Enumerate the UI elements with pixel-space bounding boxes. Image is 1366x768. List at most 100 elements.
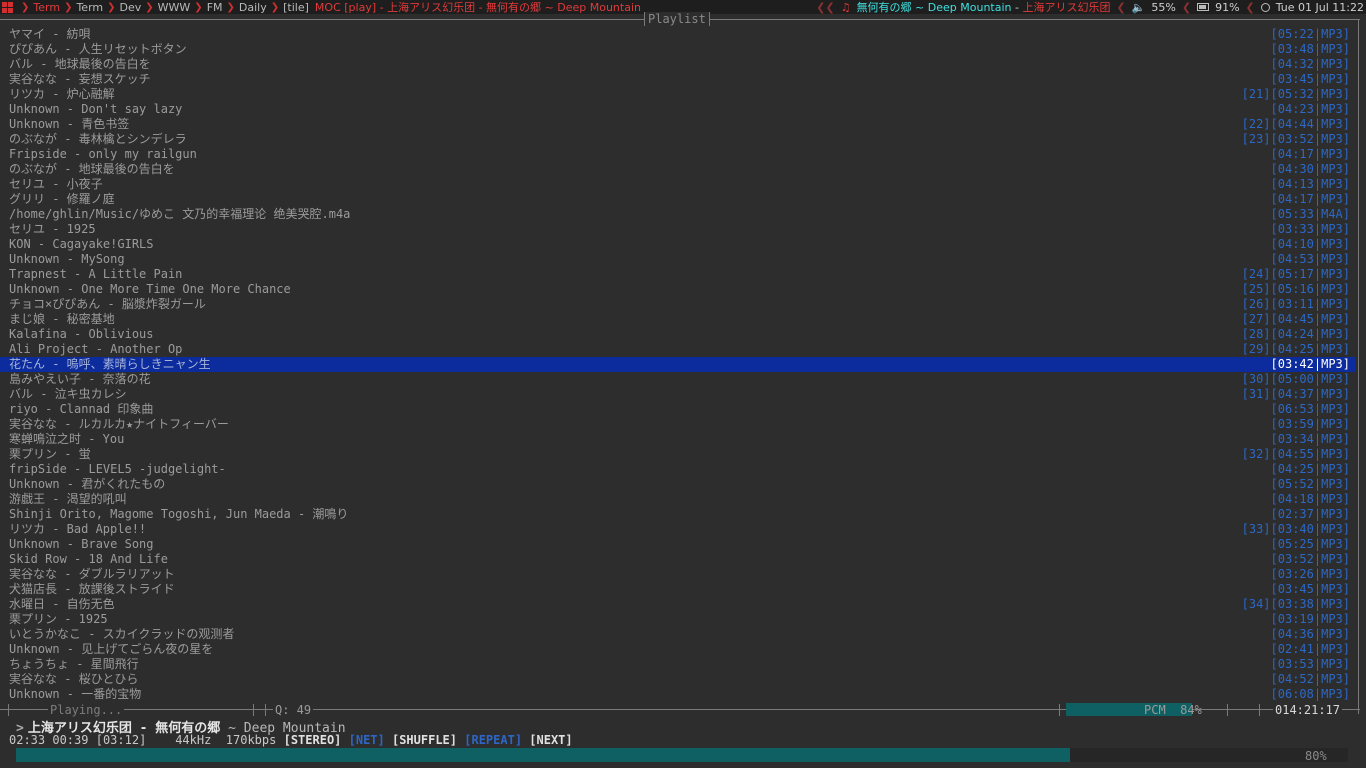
playlist-row[interactable]: Kalafina - Oblivious [28][04:24|MP3]: [0, 327, 1356, 342]
track-meta: [32][04:55|MP3]: [1241, 447, 1350, 461]
playlist-row[interactable]: Unknown - Don't say lazy [04:23|MP3]: [0, 102, 1356, 117]
playlist-row[interactable]: Skid Row - 18 And Life [03:52|MP3]: [0, 552, 1356, 567]
playlist-row[interactable]: いとうかなこ - スカイクラッドの观测者 [04:36|MP3]: [0, 627, 1356, 642]
playlist-row[interactable]: バル - 泣キ虫カレシ [31][04:37|MP3]: [0, 387, 1356, 402]
playlist-row[interactable]: 游戯王 - 渴望的吼叫 [04:18|MP3]: [0, 492, 1356, 507]
workspace-label: Term: [76, 0, 104, 14]
playlist-row[interactable]: Unknown - 一番的宝物 [06:08|MP3]: [0, 687, 1356, 702]
battery-icon: [1197, 3, 1210, 11]
workspace-label: WWW: [157, 0, 191, 14]
playlist-row[interactable]: KON - Cagayake!GIRLS [04:10|MP3]: [0, 237, 1356, 252]
workspace-tab[interactable]: ❯ FM: [190, 1, 222, 14]
speaker-icon[interactable]: 🔈: [1132, 1, 1146, 14]
playlist-row[interactable]: 実谷なな - ルカルカ★ナイトフィーバー [03:59|MP3]: [0, 417, 1356, 432]
playlist-row[interactable]: リツカ - 炉心融解 [21][05:32|MP3]: [0, 87, 1356, 102]
playlist-row[interactable]: Unknown - 见上げてごらん夜の星を [02:41|MP3]: [0, 642, 1356, 657]
playlist-row[interactable]: 実谷なな - 妄想スケッチ [03:45|MP3]: [0, 72, 1356, 87]
shuffle-toggle[interactable]: [SHUFFLE]: [392, 733, 457, 747]
battery-value: 91%: [1215, 0, 1240, 14]
workspace-tab[interactable]: ❯ WWW: [141, 1, 190, 14]
playlist-row[interactable]: Unknown - One More Time One More Chance […: [0, 282, 1356, 297]
playlist-row[interactable]: セリユ - 小夜子 [04:13|MP3]: [0, 177, 1356, 192]
track-title: Kalafina - Oblivious: [9, 327, 154, 341]
playlist-row[interactable]: ぴぴあん - 人生リセットボタン [03:48|MP3]: [0, 42, 1356, 57]
next-toggle[interactable]: [NEXT]: [529, 733, 572, 747]
divider: [253, 704, 254, 716]
playlist-row[interactable]: ちょうちょ - 星間飛行 [03:53|MP3]: [0, 657, 1356, 672]
track-title: Fripside - only my railgun: [9, 147, 197, 161]
time-left: 00:39: [52, 733, 89, 747]
net-flag: [NET]: [348, 733, 385, 747]
track-title: バル - 地球最後の告白を: [9, 57, 151, 71]
playlist-row[interactable]: 栗プリン - 蛍 [32][04:55|MP3]: [0, 447, 1356, 462]
track-meta: [21][05:32|MP3]: [1241, 87, 1350, 101]
playlist-row[interactable]: Unknown - 青色书签 [22][04:44|MP3]: [0, 117, 1356, 132]
now-playing-widget[interactable]: 無何有の郷 ~ Deep Mountain - 上海アリス幻乐团: [857, 0, 1111, 14]
track-title: 実谷なな - ルカルカ★ナイトフィーバー: [9, 417, 229, 431]
clock-icon: [1260, 2, 1270, 12]
playlist-row[interactable]: リツカ - Bad Apple!! [33][03:40|MP3]: [0, 522, 1356, 537]
track-meta: [05:33|M4A]: [1270, 207, 1350, 221]
playlist-row[interactable]: Unknown - Brave Song [05:25|MP3]: [0, 537, 1356, 552]
progress-bar[interactable]: [16, 748, 1348, 762]
track-title: Skid Row - 18 And Life: [9, 552, 168, 566]
playlist-row[interactable]: Shinji Orito, Magome Togoshi, Jun Maeda …: [0, 507, 1356, 522]
playlist-row[interactable]: riyo - Clannad 印象曲 [06:53|MP3]: [0, 402, 1356, 417]
playlist-row[interactable]: チョコ×ぴぴあん - 脳漿炸裂ガール [26][03:11|MP3]: [0, 297, 1356, 312]
playlist-row[interactable]: 犬猫店長 - 放課後ストライド [03:45|MP3]: [0, 582, 1356, 597]
track-meta: [04:18|MP3]: [1270, 492, 1350, 506]
playlist-row[interactable]: 島みやえい子 - 奈落の花 [30][05:00|MP3]: [0, 372, 1356, 387]
divider: [8, 704, 9, 716]
track-title: fripSide - LEVEL5 -judgelight-: [9, 462, 226, 476]
workspace-tab[interactable]: ❯ Daily: [223, 1, 267, 14]
playlist[interactable]: ヤマイ - 紡唄 [05:22|MP3] ぴぴあん - 人生リセットボタン [03:4…: [0, 27, 1356, 702]
mixer-value: 84%: [1180, 703, 1202, 717]
playlist-row[interactable]: 栗プリン - 1925 [03:19|MP3]: [0, 612, 1356, 627]
playlist-row[interactable]: /home/ghlin/Music/ゆめこ 文乃的幸福理论 绝美哭腔.m4a [0…: [0, 207, 1356, 222]
track-title: Ali Project - Another Op: [9, 342, 183, 356]
track-meta: [29][04:25|MP3]: [1241, 342, 1350, 356]
playlist-row-selected[interactable]: 花たん - 嗚呼、素晴らしきニャン生 [03:42|MP3]: [0, 357, 1356, 372]
repeat-toggle[interactable]: [REPEAT]: [464, 733, 522, 747]
playlist-row[interactable]: Unknown - 君がくれたもの [05:52|MP3]: [0, 477, 1356, 492]
workspace-tab[interactable]: ❯ Dev: [103, 1, 141, 14]
total-playlist-time: 014:21:17: [1273, 703, 1343, 717]
chevron-right-icon: ❯: [194, 1, 203, 13]
track-meta: [23][03:52|MP3]: [1241, 132, 1350, 146]
playlist-row[interactable]: グリリ - 修羅ノ庭 [04:17|MP3]: [0, 192, 1356, 207]
chevron-left-icon: ❮❮: [816, 0, 835, 14]
playlist-row[interactable]: 寒蝉鳴泣之时 - You [03:34|MP3]: [0, 432, 1356, 447]
playlist-row[interactable]: バル - 地球最後の告白を [04:32|MP3]: [0, 57, 1356, 72]
workspace-tab[interactable]: ❯ Term: [60, 1, 103, 14]
grid-icon[interactable]: [2, 1, 13, 13]
track-meta: [04:53|MP3]: [1270, 252, 1350, 266]
workspace-tab[interactable]: ❯ Term: [17, 1, 60, 14]
playlist-row[interactable]: Fripside - only my railgun [04:17|MP3]: [0, 147, 1356, 162]
track-title: 花たん - 嗚呼、素晴らしきニャン生: [9, 357, 211, 371]
playlist-row[interactable]: fripSide - LEVEL5 -judgelight- [04:25|MP3…: [0, 462, 1356, 477]
track-title: ちょうちょ - 星間飛行: [9, 657, 139, 671]
playlist-row[interactable]: Trapnest - A Little Pain [24][05:17|MP3]: [0, 267, 1356, 282]
track-meta: [02:41|MP3]: [1270, 642, 1350, 656]
window-title: MOC [play] - 上海アリス幻乐团 - 無何有の郷 ~ Deep Mou…: [314, 1, 641, 14]
playlist-row[interactable]: Ali Project - Another Op [29][04:25|MP3]: [0, 342, 1356, 357]
playlist-row[interactable]: セリユ - 1925 [03:33|MP3]: [0, 222, 1356, 237]
playlist-row[interactable]: 実谷なな - ダブルラリアット [03:26|MP3]: [0, 567, 1356, 582]
playlist-row[interactable]: のぶなが - 毒林檎とシンデレラ [23][03:52|MP3]: [0, 132, 1356, 147]
track-title: Unknown - 青色书签: [9, 117, 130, 131]
playlist-row[interactable]: まじ娘 - 秘密基地 [27][04:45|MP3]: [0, 312, 1356, 327]
track-title: 実谷なな - 妄想スケッチ: [9, 72, 151, 86]
playlist-row[interactable]: のぶなが - 地球最後の告白を [04:30|MP3]: [0, 162, 1356, 177]
playlist-row[interactable]: 水曜日 - 自伤无色 [34][03:38|MP3]: [0, 597, 1356, 612]
track-title: Unknown - 君がくれたもの: [9, 477, 166, 491]
playlist-row[interactable]: 実谷なな - 桜ひとひら [04:52|MP3]: [0, 672, 1356, 687]
progress-percent: 80%: [1305, 749, 1327, 763]
playlist-row[interactable]: Unknown - MySong [04:53|MP3]: [0, 252, 1356, 267]
layout-indicator[interactable]: ❯ [tile]: [267, 1, 309, 14]
track-title: 寒蝉鳴泣之时 - You: [9, 432, 125, 446]
playlist-row[interactable]: ヤマイ - 紡唄 [05:22|MP3]: [0, 27, 1356, 42]
track-title: ぴぴあん - 人生リセットボタン: [9, 42, 187, 56]
track-meta: [04:17|MP3]: [1270, 147, 1350, 161]
track-meta: [03:45|MP3]: [1270, 582, 1350, 596]
track-title: リツカ - 炉心融解: [9, 87, 115, 101]
